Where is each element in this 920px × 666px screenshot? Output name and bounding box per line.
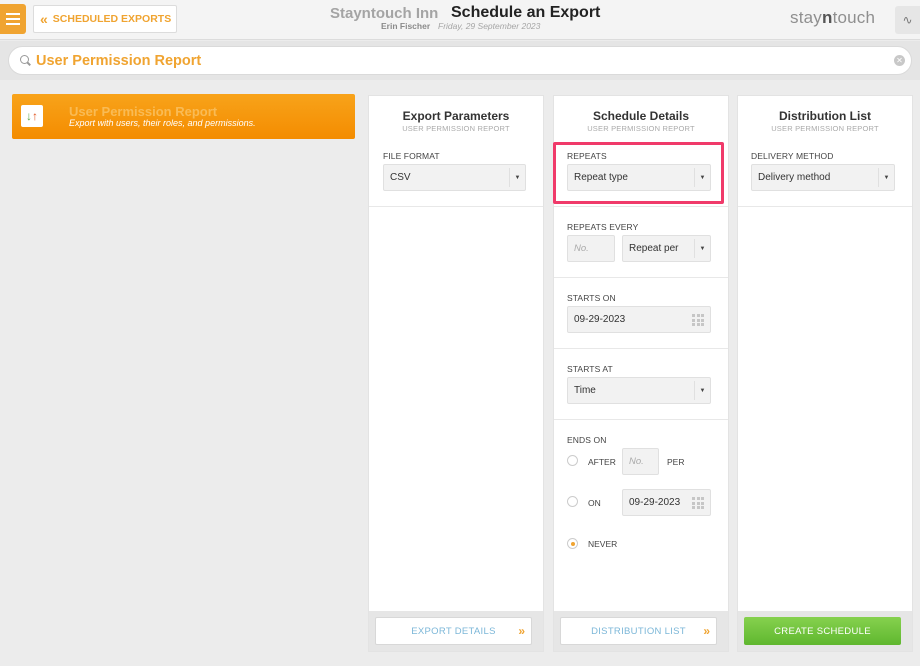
user-name: Erin Fischer [381, 21, 431, 31]
number-placeholder: No. [574, 243, 589, 254]
panel-footer: CREATE SCHEDULE [738, 611, 912, 651]
header-date: Friday, 29 September 2023 [438, 21, 541, 31]
never-label: NEVER [588, 539, 618, 549]
delivery-method-value: Delivery method [758, 172, 831, 183]
panel-subtitle: USER PERMISSION REPORT [587, 124, 695, 133]
ends-on-date-input[interactable]: 09-29-2023 [622, 489, 711, 516]
report-card-user-permission[interactable]: ↓ ↑ User Permission Report Export with us… [12, 94, 355, 139]
per-label: PER [667, 457, 685, 467]
number-placeholder: No. [629, 456, 644, 467]
report-title: User Permission Report [69, 104, 218, 119]
starts-on-date-value: 09-29-2023 [574, 314, 626, 325]
caret-down-icon: ▼ [694, 239, 710, 258]
panel-subtitle: USER PERMISSION REPORT [402, 124, 510, 133]
file-format-value: CSV [390, 172, 411, 183]
double-chevron-left-icon: « [40, 11, 48, 27]
ends-on-label: ENDS ON [567, 435, 607, 445]
double-chevron-right-icon: » [703, 624, 710, 638]
search-icon [19, 54, 33, 68]
report-description: Export with users, their roles, and perm… [69, 118, 256, 128]
divider [738, 206, 912, 207]
export-parameters-panel: Export Parameters USER PERMISSION REPORT… [368, 95, 544, 652]
caret-down-icon: ▼ [878, 168, 894, 187]
file-format-label: FILE FORMAT [383, 151, 440, 161]
divider [369, 206, 543, 207]
back-button-label: SCHEDULED EXPORTS [52, 13, 172, 25]
repeat-per-select[interactable]: Repeat per ▼ [622, 235, 711, 262]
ends-after-radio[interactable] [567, 455, 578, 466]
panel-title: Schedule Details [592, 109, 690, 123]
ends-on-radio[interactable] [567, 496, 578, 507]
repeats-label: REPEATS [567, 151, 607, 161]
schedule-details-panel: Schedule Details USER PERMISSION REPORT … [553, 95, 729, 652]
create-schedule-button[interactable]: CREATE SCHEDULE [744, 617, 901, 645]
repeat-type-value: Repeat type [574, 172, 628, 183]
repeat-type-select[interactable]: Repeat type ▼ [567, 164, 711, 191]
export-details-button[interactable]: EXPORT DETAILS » [375, 617, 532, 645]
divider [554, 348, 728, 349]
divider [554, 419, 728, 420]
export-report-icon: ↓ ↑ [21, 105, 43, 127]
caret-down-icon: ▼ [509, 168, 525, 187]
divider [554, 277, 728, 278]
panel-footer: EXPORT DETAILS » [369, 611, 543, 651]
repeats-every-number-input[interactable]: No. [567, 235, 615, 262]
export-details-label: EXPORT DETAILS [411, 625, 496, 637]
brand-logo: stayntouch [790, 8, 876, 27]
delivery-method-label: DELIVERY METHOD [751, 151, 834, 161]
double-chevron-right-icon: » [518, 624, 525, 638]
starts-at-label: STARTS AT [567, 364, 613, 374]
clear-search-icon[interactable]: ✕ [894, 55, 905, 66]
panel-footer: DISTRIBUTION LIST » [554, 611, 728, 651]
repeats-every-label: REPEATS EVERY [567, 222, 639, 232]
starts-on-date-input[interactable]: 09-29-2023 [567, 306, 711, 333]
distribution-list-panel: Distribution List USER PERMISSION REPORT… [737, 95, 913, 652]
caret-down-icon: ▼ [694, 168, 710, 187]
delivery-method-select[interactable]: Delivery method ▼ [751, 164, 895, 191]
repeat-per-value: Repeat per [629, 243, 679, 254]
activity-pulse-icon[interactable]: ∿ [895, 6, 920, 34]
calendar-icon [692, 314, 705, 326]
search-strip: User Permission Report ✕ [0, 41, 920, 80]
after-label: AFTER [588, 457, 616, 467]
app-header: « SCHEDULED EXPORTS Stayntouch Inn Sched… [0, 0, 920, 40]
panel-title: Distribution List [779, 109, 871, 123]
ends-never-radio[interactable] [567, 538, 578, 549]
hamburger-menu-icon[interactable] [0, 4, 26, 34]
page-title: Schedule an Export [451, 4, 601, 21]
panel-title: Export Parameters [402, 109, 510, 123]
search-input[interactable]: User Permission Report ✕ [8, 46, 912, 75]
distribution-list-label: DISTRIBUTION LIST [591, 625, 686, 637]
ends-after-number-input[interactable]: No. [622, 448, 659, 475]
back-to-scheduled-exports-button[interactable]: « SCHEDULED EXPORTS [33, 5, 177, 33]
distribution-list-button[interactable]: DISTRIBUTION LIST » [560, 617, 717, 645]
file-format-select[interactable]: CSV ▼ [383, 164, 526, 191]
on-label: ON [588, 498, 601, 508]
starts-on-label: STARTS ON [567, 293, 616, 303]
caret-down-icon: ▼ [694, 381, 710, 400]
starts-at-value: Time [574, 385, 596, 396]
calendar-icon [692, 497, 705, 509]
starts-at-time-select[interactable]: Time ▼ [567, 377, 711, 404]
panel-subtitle: USER PERMISSION REPORT [771, 124, 879, 133]
divider [554, 206, 728, 207]
create-schedule-label: CREATE SCHEDULE [774, 625, 871, 637]
search-value: User Permission Report [36, 52, 202, 69]
hotel-name: Stayntouch Inn [330, 5, 439, 22]
ends-on-date-value: 09-29-2023 [629, 497, 681, 508]
